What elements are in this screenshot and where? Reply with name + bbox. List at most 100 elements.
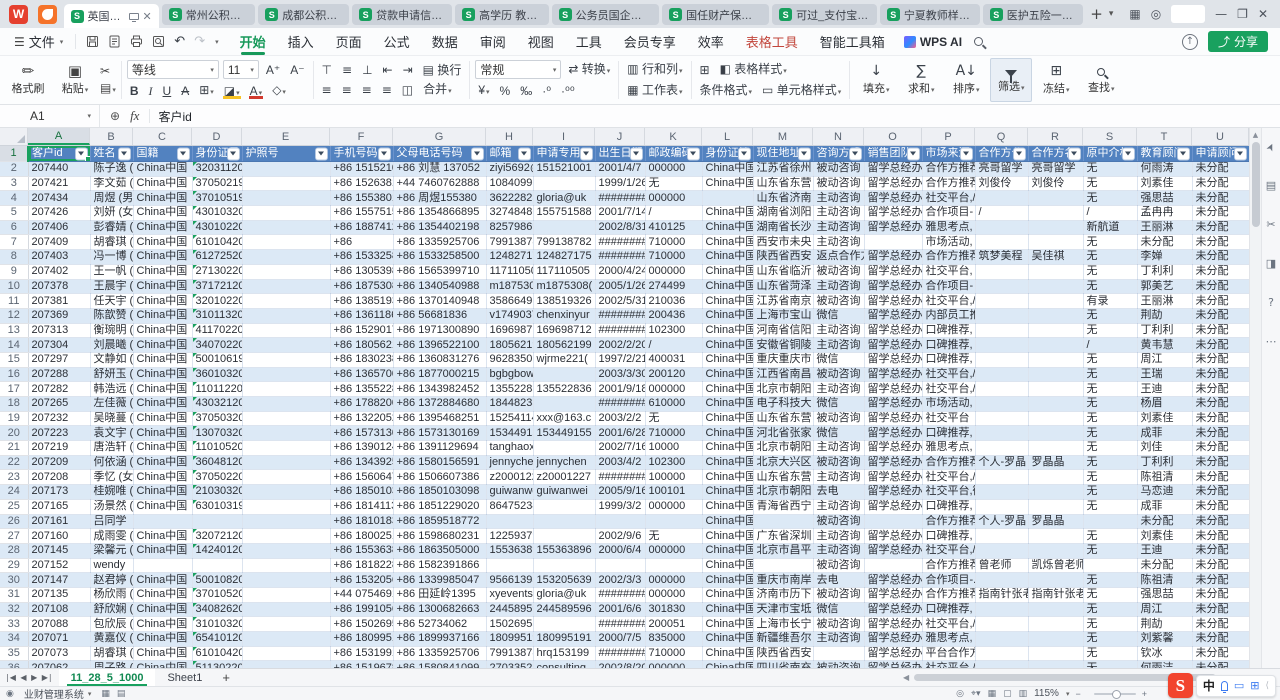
name-box[interactable]: A1▾ xyxy=(0,105,100,127)
cell[interactable]: 135522836 xyxy=(486,382,533,397)
cell[interactable]: +86 1300682663 xyxy=(393,602,486,617)
row-number[interactable]: 30 xyxy=(0,573,28,588)
cell[interactable]: 留学总经办 xyxy=(864,397,922,412)
menu-item-效率[interactable]: 效率 xyxy=(687,28,735,56)
cell[interactable]: xyevents@ xyxy=(486,587,533,602)
cell[interactable]: 835000 xyxy=(645,632,702,647)
cell[interactable]: 主动咨询 xyxy=(813,279,864,294)
cell[interactable] xyxy=(242,573,330,588)
cell[interactable]: 强思喆 xyxy=(1137,587,1192,602)
cell[interactable]: China中国 xyxy=(702,162,753,177)
cell[interactable]: +86 1877000215 xyxy=(393,367,486,382)
select-all-corner[interactable] xyxy=(0,128,28,145)
cell[interactable]: China中国 xyxy=(133,176,192,191)
cell[interactable]: 留学总经办 xyxy=(864,176,922,191)
cell[interactable] xyxy=(1028,573,1083,588)
cell[interactable] xyxy=(242,411,330,426)
cell[interactable]: 000000 xyxy=(645,191,702,206)
column-letter[interactable]: S xyxy=(1083,128,1137,145)
cell[interactable] xyxy=(133,514,192,529)
column-letter[interactable]: C xyxy=(133,128,192,145)
filter-dropdown-icon[interactable] xyxy=(119,148,130,159)
cell[interactable]: 重庆市南岸 xyxy=(753,573,813,588)
cell[interactable]: 指南针张老 xyxy=(975,587,1028,602)
cell[interactable]: 180562199 xyxy=(486,338,533,353)
cell[interactable]: 上海市宝山 xyxy=(753,308,813,323)
sort-button[interactable]: A↓ 排序▾ xyxy=(945,58,987,102)
filter-dropdown-icon[interactable] xyxy=(908,148,919,159)
borders-button[interactable]: ⊞▾ xyxy=(196,82,217,100)
cell[interactable]: 陈子逸 (男 xyxy=(90,162,133,177)
view-normal-icon[interactable]: ▦ xyxy=(988,689,997,699)
system-menu[interactable]: ◉ 业财管理系统 ▾ xyxy=(6,686,91,700)
cell[interactable]: 2002/3/3 xyxy=(595,573,645,588)
cell[interactable]: 142401200006041426 xyxy=(192,543,242,558)
cell[interactable] xyxy=(975,426,1028,441)
cell[interactable]: 200120 xyxy=(645,367,702,382)
cell[interactable]: 主动咨询 xyxy=(813,323,864,338)
cell[interactable]: 未分配 xyxy=(1192,294,1249,309)
cell[interactable]: consulting xyxy=(533,661,595,668)
cell[interactable]: 153449155 xyxy=(486,426,533,441)
cell[interactable]: 207426 xyxy=(28,206,90,221)
cell[interactable]: 无 xyxy=(1083,279,1137,294)
cell[interactable]: 主动咨询 xyxy=(813,499,864,514)
row-number[interactable]: 9 xyxy=(0,264,28,279)
cell[interactable]: 个人-罗晶 xyxy=(975,514,1028,529)
cell[interactable] xyxy=(1028,529,1083,544)
more-icon[interactable]: ⋯ xyxy=(1266,335,1277,348)
cell[interactable]: 刘素佳 xyxy=(1137,411,1192,426)
cell[interactable]: China中国 xyxy=(702,411,753,426)
cell[interactable]: 留学总经办 xyxy=(864,617,922,632)
cell[interactable]: 000000 xyxy=(645,162,702,177)
filter-dropdown-icon[interactable] xyxy=(519,148,530,159)
cell[interactable]: 被动咨询 xyxy=(813,661,864,668)
filter-dropdown-icon[interactable] xyxy=(688,148,699,159)
cell[interactable]: +86 1863505000 xyxy=(393,543,486,558)
column-letter[interactable]: F xyxy=(330,128,393,145)
cell[interactable]: China中国 xyxy=(133,235,192,250)
increase-decimal-button[interactable]: ·⁰⁰ xyxy=(558,83,578,99)
cell[interactable] xyxy=(975,220,1028,235)
cell[interactable]: +86 18182281 xyxy=(330,558,393,573)
cell[interactable]: 雅思考点, xyxy=(922,632,975,647)
cell[interactable]: 被动咨询 xyxy=(813,617,864,632)
cell[interactable]: 2001/6/28 xyxy=(595,426,645,441)
cell[interactable]: ######## xyxy=(595,397,645,412)
panel-icon[interactable]: ◨ xyxy=(1266,257,1276,270)
cell[interactable]: 207145 xyxy=(28,543,90,558)
cell[interactable]: 主动咨询 xyxy=(813,441,864,456)
cell[interactable]: 文静如 (女 xyxy=(90,352,133,367)
row-number[interactable]: 27 xyxy=(0,529,28,544)
insert-function-button[interactable]: fx xyxy=(130,108,139,124)
column-header[interactable]: 教育顾问 xyxy=(1137,146,1192,162)
fill-button[interactable]: ↓ 填充▾ xyxy=(855,58,897,102)
cell[interactable]: 社交平台,/ xyxy=(922,543,975,558)
cell[interactable]: 000000 xyxy=(645,543,702,558)
cell[interactable]: 市场活动, xyxy=(922,235,975,250)
cell[interactable]: 000000 xyxy=(645,573,702,588)
cell[interactable]: ######## xyxy=(595,250,645,265)
column-header[interactable]: 国籍 xyxy=(133,146,192,162)
filter-dropdown-icon[interactable] xyxy=(1123,148,1134,159)
zoom-slider[interactable] xyxy=(1094,693,1136,695)
cell[interactable]: 610104200212213421 xyxy=(192,646,242,661)
cell[interactable]: 社交平台,/ xyxy=(922,617,975,632)
cell[interactable]: 杨欣雨 (女 xyxy=(90,587,133,602)
cell[interactable]: 王丽淋 xyxy=(1137,220,1192,235)
cell[interactable]: 留学总经办 xyxy=(864,206,922,221)
cell[interactable]: ######## xyxy=(595,191,645,206)
cell[interactable]: 117110505 xyxy=(486,264,533,279)
cell[interactable]: 207288 xyxy=(28,367,90,382)
cell[interactable]: 180995191 xyxy=(486,632,533,647)
copy-button[interactable]: ▤▾ xyxy=(100,82,116,96)
cell[interactable] xyxy=(1028,499,1083,514)
cell[interactable]: 207135 xyxy=(28,587,90,602)
column-letter[interactable]: K xyxy=(645,128,702,145)
cell[interactable] xyxy=(242,338,330,353)
close-button[interactable]: ✕ xyxy=(1258,7,1268,21)
cell[interactable]: bgbgbow@ xyxy=(486,367,533,382)
cell[interactable]: China中国 xyxy=(702,470,753,485)
cell[interactable]: +44 7460762888 xyxy=(393,176,486,191)
cell[interactable]: +86 1354402198 xyxy=(393,220,486,235)
